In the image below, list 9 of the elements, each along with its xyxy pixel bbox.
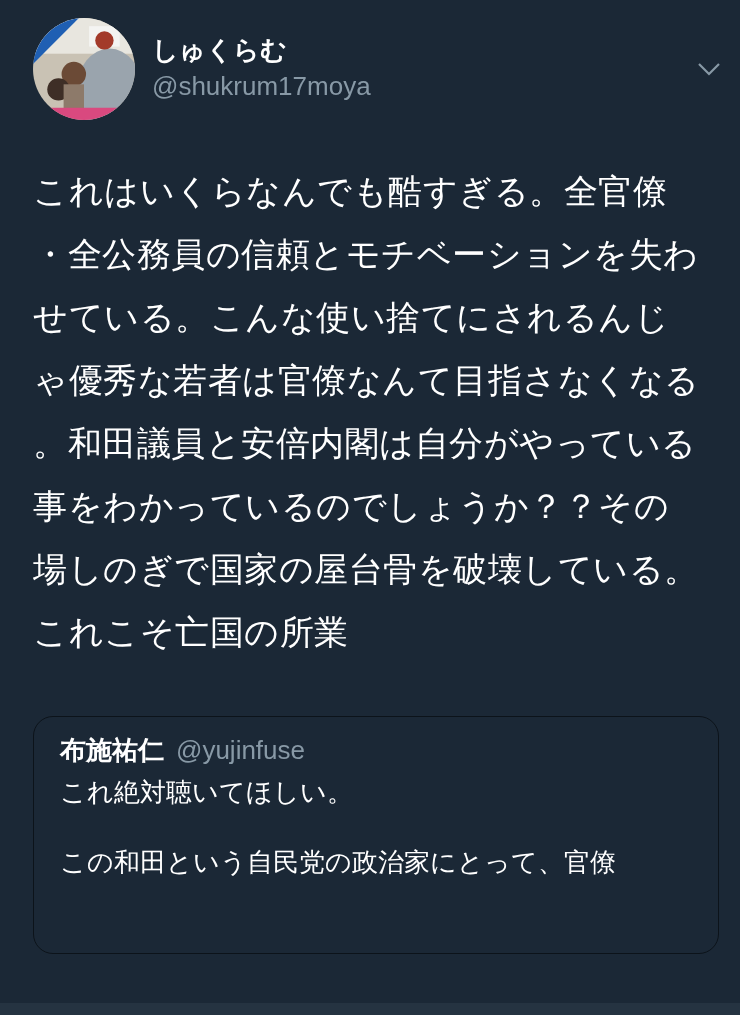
quoted-display-name: 布施祐仁 <box>60 734 164 767</box>
quoted-user-handle: @yujinfuse <box>176 735 305 766</box>
tweet-text: これはいくらなんでも酷すぎる。全官僚・全公務員の信頼とモチベーションを失わせている。こんな使い捨てにされるんじゃ優秀な若者は官僚なんて目指さなくなる。和田議員と安倍内閣は自分がやっている事をわかっているのでしょうか？？その場しのぎで国家の屋台骨を破壊している。これこそ亡国の所業 <box>33 170 701 654</box>
chevron-down-icon[interactable] <box>697 62 721 76</box>
quoted-tweet-text: この和田という自民党の政治家にとって、官僚 <box>60 846 617 879</box>
user-handle: @shukrum17moya <box>152 70 372 103</box>
quoted-tweet-card[interactable]: 布施祐仁 @yujinfuse これ絶対聴いてほしい。 この和田という自民党の政治家にとって、官僚 <box>33 716 719 954</box>
quoted-tweet-text: これ絶対聴いてほしい。 <box>60 776 354 809</box>
display-name: しゅくらむ <box>152 34 288 67</box>
